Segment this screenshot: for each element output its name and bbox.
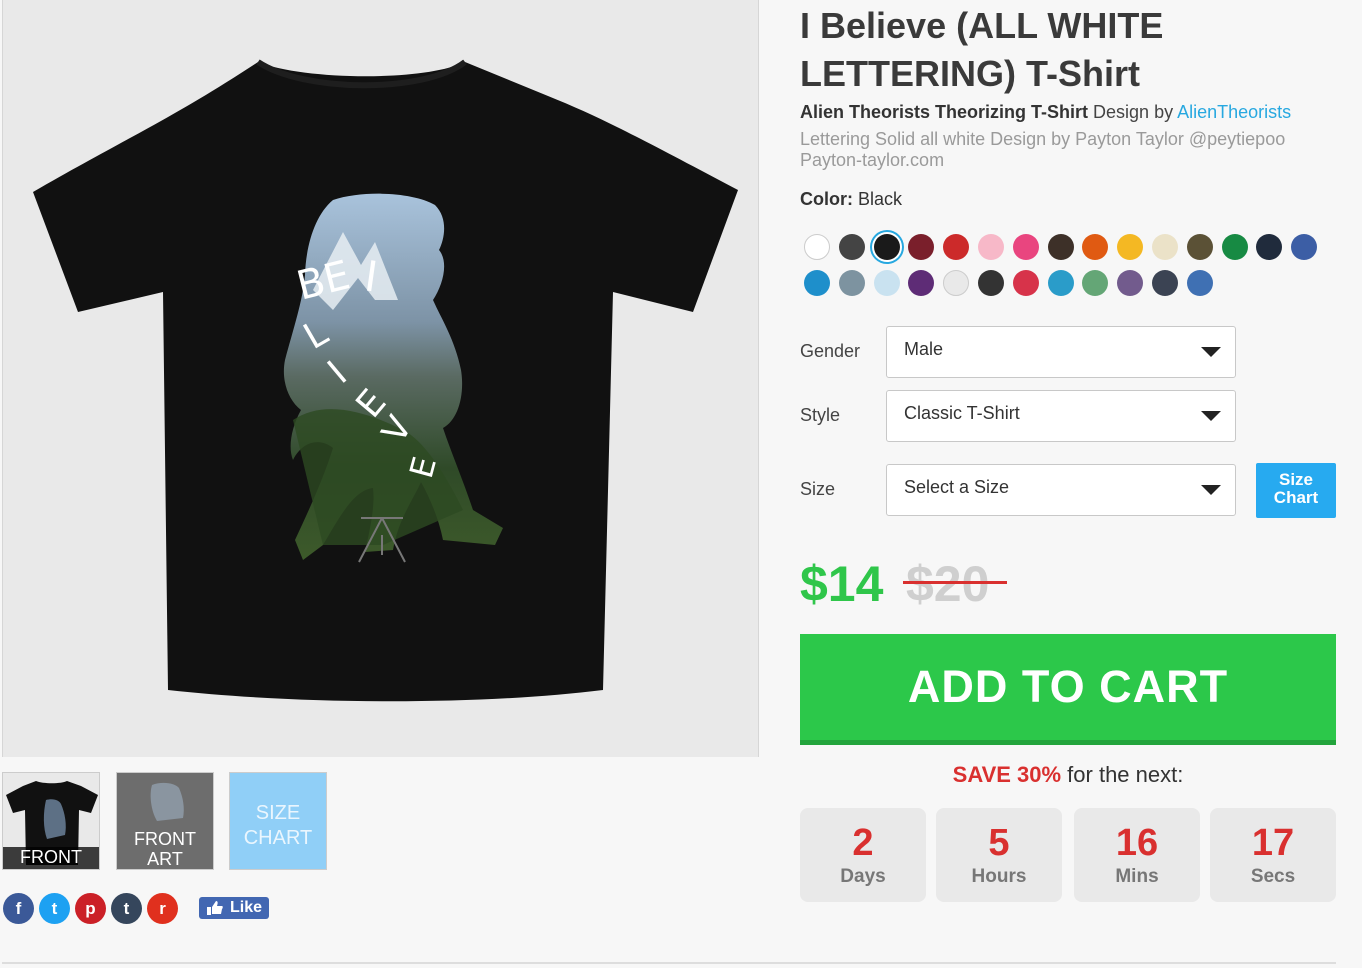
selected-color-name: Black (858, 189, 903, 209)
reddit-icon[interactable]: r (147, 893, 178, 924)
product-main-image[interactable]: BE I L I E V E (2, 0, 759, 757)
color-swatch[interactable] (908, 234, 935, 260)
thumbnail-front-art[interactable]: FRONT ART (116, 772, 214, 870)
countdown-secs-value: 17 (1251, 822, 1295, 864)
thumbnail-front-label: FRONT (3, 847, 99, 869)
color-label-heading: Color: (800, 189, 853, 209)
color-swatch[interactable] (1256, 234, 1283, 260)
countdown-hours-value: 5 (988, 822, 1010, 864)
color-swatch[interactable] (1152, 234, 1178, 260)
facebook-icon[interactable]: f (3, 893, 34, 924)
countdown-secs: 17 Secs (1210, 808, 1336, 902)
product-title: I Believe (ALL WHITE LETTERING) T-Shirt (800, 5, 1164, 94)
design-description: Lettering Solid all white Design by Payt… (800, 129, 1286, 170)
color-swatch[interactable] (873, 234, 900, 260)
color-swatch[interactable] (978, 270, 1004, 296)
color-swatch[interactable] (804, 234, 830, 260)
color-swatch[interactable] (838, 270, 865, 296)
color-swatch[interactable] (1186, 270, 1213, 296)
color-swatch[interactable] (1047, 270, 1074, 296)
gender-value: Male (904, 339, 944, 359)
size-value: Select a Size (904, 477, 1010, 497)
style-label: Style (800, 405, 841, 425)
chevron-down-icon (1201, 347, 1221, 357)
color-swatch[interactable] (1117, 270, 1144, 296)
thumbnail-size-chart[interactable]: SIZE CHART (229, 772, 327, 870)
divider (2, 962, 1336, 964)
current-price: $14 (800, 556, 884, 612)
size-chart-button[interactable]: Size Chart (1256, 463, 1336, 518)
pinterest-icon[interactable]: p (75, 893, 106, 924)
countdown-hours-unit: Hours (971, 866, 1027, 887)
price-strikethrough (903, 581, 1007, 584)
thumbnail-front-art-label: FRONT ART (134, 829, 196, 869)
countdown-secs-unit: Secs (1250, 866, 1296, 887)
color-swatch[interactable] (804, 270, 830, 296)
color-label: Color: Black (800, 189, 902, 210)
like-label: Like (230, 899, 263, 916)
original-price: $20 (906, 556, 990, 612)
add-to-cart-button[interactable]: ADD TO CART (800, 634, 1336, 745)
color-swatch[interactable] (908, 270, 935, 296)
countdown-days-unit: Days (840, 866, 886, 887)
countdown-mins-value: 16 (1115, 822, 1159, 864)
color-swatch[interactable] (1221, 234, 1248, 260)
sale-message: SAVE 30% for the next: (800, 762, 1336, 788)
color-swatch[interactable] (1012, 234, 1039, 260)
thumbnail-front[interactable]: FRONT (2, 772, 100, 870)
style-select[interactable]: Classic T-Shirt (886, 390, 1236, 442)
design-credit: Alien Theorists Theorizing T-Shirt Desig… (800, 102, 1291, 123)
color-swatch[interactable] (838, 234, 865, 260)
countdown-hours: 5 Hours (936, 808, 1062, 902)
countdown-days-value: 2 (852, 822, 874, 864)
chevron-down-icon (1201, 411, 1221, 421)
design-by-text: Design by (1088, 102, 1178, 122)
color-swatch[interactable] (943, 270, 970, 296)
thumbs-up-icon (207, 901, 223, 915)
color-swatch[interactable] (1291, 234, 1318, 260)
facebook-like-button[interactable]: Like (199, 897, 269, 919)
color-swatch[interactable] (1082, 270, 1109, 296)
artist-link[interactable]: AlienTheorists (1177, 102, 1291, 122)
color-swatch[interactable] (943, 234, 970, 260)
color-swatch[interactable] (1186, 234, 1213, 260)
color-swatch[interactable] (1117, 234, 1144, 260)
size-select[interactable]: Select a Size (886, 464, 1236, 516)
chevron-down-icon (1201, 485, 1221, 495)
gender-label: Gender (800, 341, 861, 361)
countdown-mins-unit: Mins (1115, 866, 1159, 887)
twitter-icon[interactable]: t (39, 893, 70, 924)
tshirt-illustration: BE I L I E V E (33, 59, 738, 702)
color-swatch[interactable] (978, 234, 1004, 260)
design-name: Alien Theorists Theorizing T-Shirt (800, 102, 1089, 122)
color-swatch[interactable] (873, 270, 900, 296)
sale-suffix: for the next: (1061, 762, 1184, 787)
color-swatch[interactable] (1082, 234, 1109, 260)
style-value: Classic T-Shirt (904, 403, 1020, 423)
tumblr-icon[interactable]: t (111, 893, 142, 924)
color-swatch[interactable] (1152, 270, 1178, 296)
sale-highlight: SAVE 30% (952, 762, 1062, 787)
thumbnail-size-chart-label: SIZE CHART (243, 802, 313, 849)
size-label: Size (800, 479, 836, 499)
gender-select[interactable]: Male (886, 326, 1236, 378)
color-swatch[interactable] (1047, 234, 1074, 260)
countdown-mins: 16 Mins (1074, 808, 1200, 902)
color-swatch[interactable] (1012, 270, 1039, 296)
countdown-days: 2 Days (800, 808, 926, 902)
